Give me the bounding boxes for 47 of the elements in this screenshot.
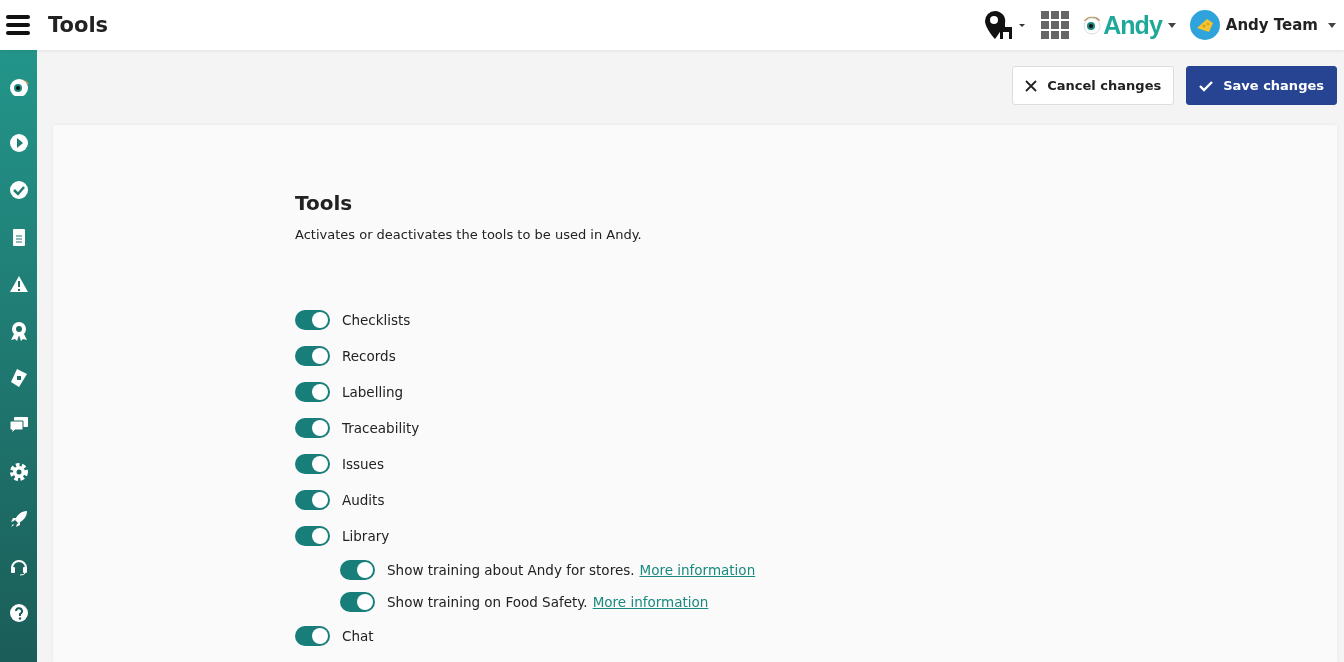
toggle-switch[interactable] — [295, 382, 330, 402]
more-information-link[interactable]: More information — [592, 594, 709, 610]
toggle-label: Audits — [342, 492, 385, 508]
caret-icon — [1167, 22, 1176, 28]
mascot-icon[interactable] — [8, 76, 29, 96]
help-icon[interactable] — [8, 603, 29, 623]
toggle-switch[interactable] — [340, 592, 375, 612]
save-button[interactable]: Save changes — [1186, 66, 1337, 105]
label-tag-icon[interactable] — [8, 368, 29, 388]
toggle-label: Library — [342, 528, 390, 544]
toggle-switch[interactable] — [295, 490, 330, 510]
toggle-label: Records — [342, 348, 396, 364]
toggle-label: Show training about Andy for stores. — [387, 562, 635, 578]
toggle-switch[interactable] — [295, 526, 330, 546]
toggle-label: Issues — [342, 456, 384, 472]
toggle-label: Labelling — [342, 384, 404, 400]
gear-icon[interactable] — [8, 462, 29, 482]
toggle-switch[interactable] — [340, 560, 375, 580]
apps-grid-icon[interactable] — [1041, 11, 1070, 39]
page-title: Tools — [48, 13, 109, 37]
eye-mascot-icon — [1083, 15, 1102, 35]
toggle-switch[interactable] — [295, 454, 330, 474]
toggle-label: Traceability — [342, 420, 420, 436]
menu-icon[interactable] — [6, 15, 30, 35]
check-circle-icon[interactable] — [8, 180, 29, 200]
toggle-switch[interactable] — [295, 626, 330, 646]
account-menu[interactable]: Andy Team — [1189, 10, 1336, 40]
award-ribbon-icon[interactable] — [8, 321, 29, 341]
toggle-switch[interactable] — [295, 346, 330, 366]
rocket-icon[interactable] — [8, 509, 29, 529]
toggle-label: Checklists — [342, 312, 411, 328]
cheese-avatar-icon — [1189, 10, 1220, 40]
toggle-label: Show training on Food Safety. — [387, 594, 588, 610]
caret-icon — [1328, 22, 1336, 28]
section-title: Tools — [295, 191, 354, 215]
more-information-link[interactable]: More information — [639, 562, 756, 578]
checkmark-icon — [1199, 79, 1214, 92]
section-description: Activates or deactivates the tools to be used in Andy. — [295, 227, 643, 242]
cancel-button[interactable]: Cancel changes — [1012, 66, 1175, 105]
toggle-switch[interactable] — [295, 310, 330, 330]
toggle-label: Chat — [342, 628, 374, 644]
play-icon[interactable] — [8, 133, 29, 153]
store-location-icon[interactable] — [983, 9, 1028, 41]
chat-bubbles-icon[interactable] — [8, 415, 29, 435]
close-icon — [1025, 79, 1038, 92]
toggle-switch[interactable] — [295, 418, 330, 438]
warning-icon[interactable] — [8, 274, 29, 294]
